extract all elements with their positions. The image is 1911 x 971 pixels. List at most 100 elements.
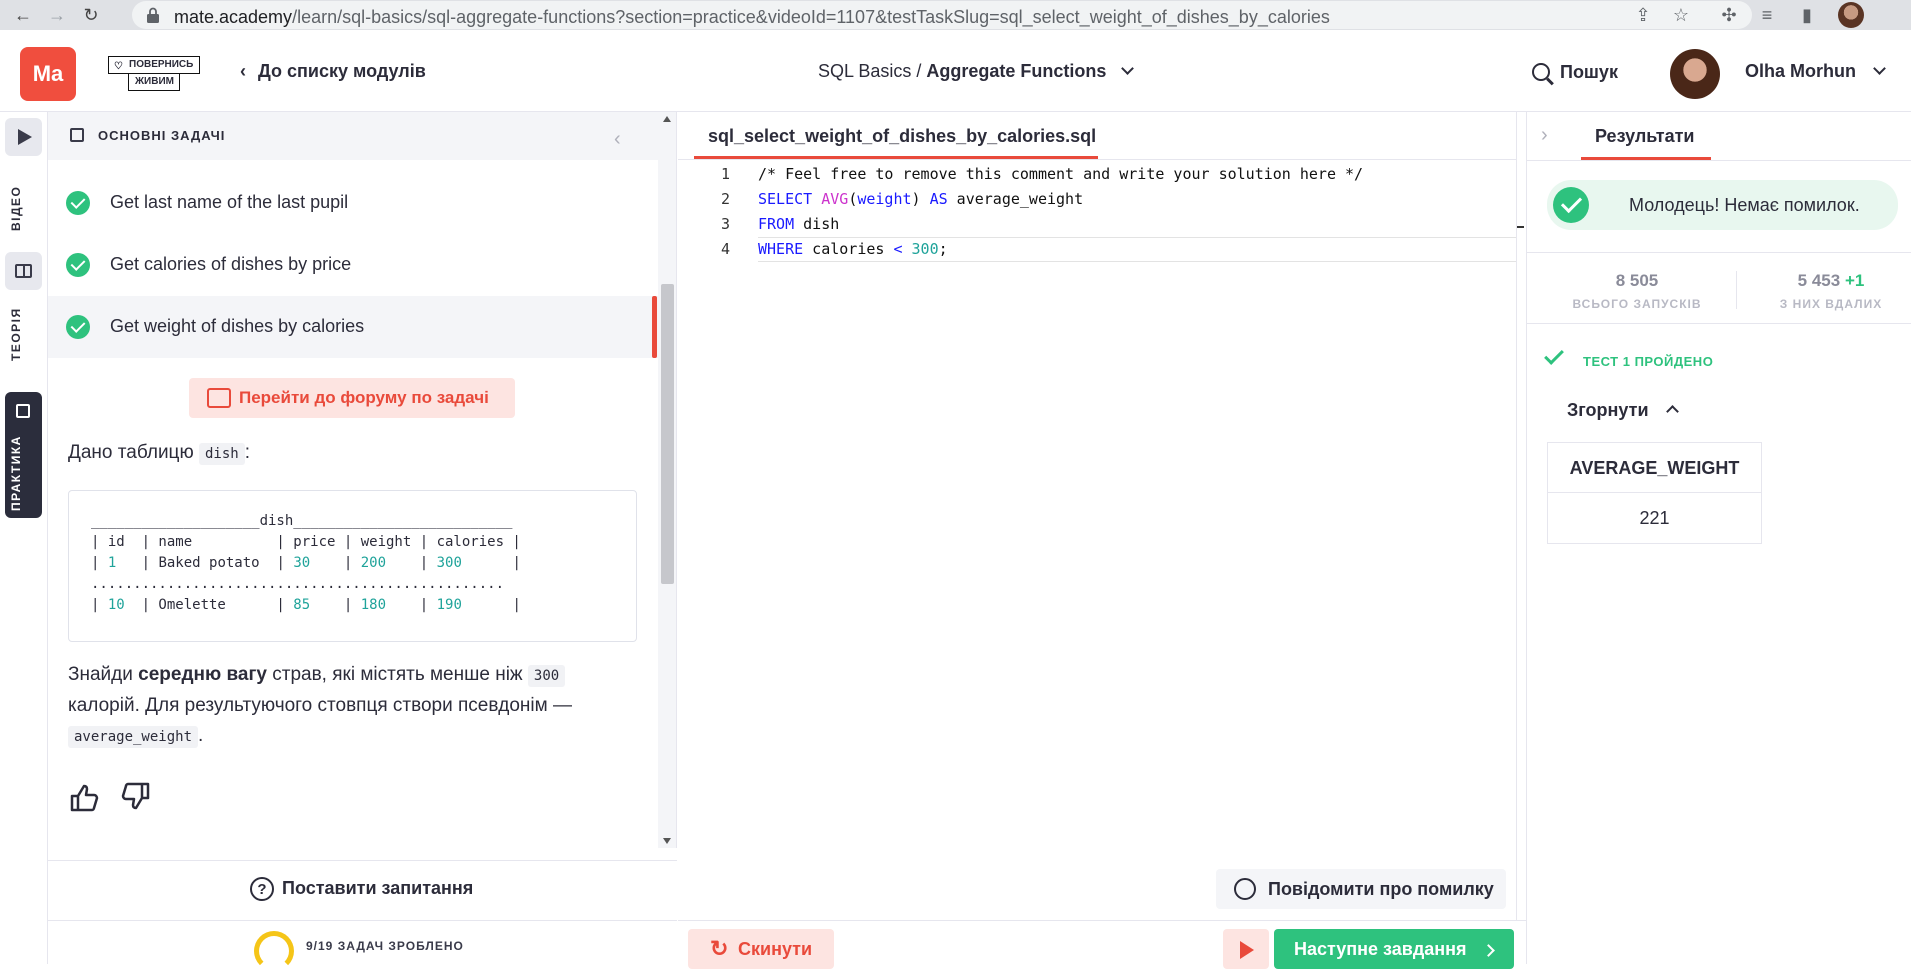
tab-video-label: ВІДЕО: [9, 185, 23, 231]
dish-table-ascii: ____________________dish________________…: [91, 513, 521, 613]
stat-successful-number: 5 453: [1797, 271, 1841, 290]
task-label: Get weight of dishes by calories: [110, 316, 365, 336]
bookmark-star-icon[interactable]: ☆: [1670, 4, 1692, 26]
result-table: AVERAGE_WEIGHT 221: [1547, 442, 1762, 544]
ask-question-bar: ? Поставити запитання: [48, 860, 677, 916]
share-icon[interactable]: ⇪: [1632, 4, 1654, 26]
heart-icon: ♡: [114, 61, 123, 72]
line-number: 2: [720, 190, 730, 208]
promo-line1: ПОВЕРНИСЬ: [129, 59, 194, 70]
check-icon: [66, 191, 90, 215]
user-name: Olha Morhun: [1745, 61, 1856, 81]
address-bar[interactable]: mate.academy/learn/sql-basics/sql-aggreg…: [132, 1, 1752, 29]
collapse-label: Згорнути: [1567, 400, 1649, 420]
collapse-panel-icon[interactable]: ‹: [614, 128, 621, 151]
stat-total-runs-value: 8 505: [1615, 271, 1659, 290]
scroll-down-icon[interactable]: [663, 838, 671, 844]
check-icon: [1553, 187, 1589, 223]
lock-icon: [147, 7, 159, 23]
chevron-up-icon: [1665, 405, 1679, 418]
practice-icon: [16, 404, 30, 418]
active-indicator: [652, 296, 657, 358]
task-panel: ОСНОВНІ ЗАДАЧІ ‹ Get last name of the la…: [48, 112, 677, 848]
url-text: mate.academy/learn/sql-basics/sql-aggreg…: [174, 7, 1330, 28]
extensions-icon[interactable]: ✣: [1718, 4, 1740, 26]
next-task-label: Наступне завдання: [1294, 939, 1467, 959]
back-arrow-icon[interactable]: ←: [12, 4, 34, 26]
code-line: 4 WHERE calories < 300;: [678, 237, 1526, 262]
play-icon: [5, 118, 42, 156]
breadcrumb[interactable]: SQL Basics / Aggregate Functions: [818, 61, 1135, 82]
thumbs-up-icon[interactable]: [68, 782, 100, 814]
collapse-results-icon[interactable]: ›: [1541, 124, 1548, 147]
code-text: FROM dish: [758, 215, 840, 233]
success-message: Молодець! Немає помилок.: [1629, 195, 1860, 215]
profile-avatar-icon[interactable]: [1838, 2, 1864, 28]
code-text: WHERE calories < 300;: [758, 240, 948, 258]
file-tab[interactable]: sql_select_weight_of_dishes_by_calories.…: [708, 126, 1096, 147]
task-end: .: [198, 725, 204, 746]
editor-actions: ↻ Скинути Наступне завдання: [678, 920, 1526, 969]
reset-icon: ↻: [710, 936, 729, 961]
editor-scrollbar[interactable]: [1516, 112, 1526, 920]
reset-label: Скинути: [738, 939, 813, 959]
tab-theory[interactable]: ТЕОРІЯ: [5, 252, 42, 372]
table-name-code: dish: [198, 443, 245, 465]
tab-theory-label: ТЕОРІЯ: [9, 307, 23, 361]
alias-code: average_weight: [68, 726, 199, 748]
tab-practice-label: ПРАКТИКА: [9, 435, 23, 511]
run-button[interactable]: [1223, 929, 1269, 969]
breadcrumb-topic: Aggregate Functions: [926, 61, 1107, 81]
reload-icon[interactable]: ↻: [80, 4, 102, 26]
result-table-cell: 221: [1639, 508, 1670, 528]
scroll-up-icon[interactable]: [663, 116, 671, 122]
test-result-label: ТЕСТ 1 ПРОЙДЕНО: [1583, 354, 1714, 369]
avatar[interactable]: [1670, 49, 1720, 99]
search-button[interactable]: Пошук: [1532, 60, 1618, 83]
collapse-button[interactable]: Згорнути: [1567, 400, 1679, 421]
dish-table-preview: ____________________dish________________…: [68, 490, 637, 642]
thumbs-down-icon[interactable]: [120, 780, 152, 812]
task-item[interactable]: Get calories of dishes by price: [48, 234, 658, 296]
results-tab[interactable]: Результати: [1595, 126, 1694, 147]
stat-successful-plus: +1: [1844, 271, 1865, 290]
tasks-icon: [70, 128, 84, 142]
next-task-button[interactable]: Наступне завдання: [1274, 929, 1514, 969]
forum-button[interactable]: Перейти до форуму по задачі: [189, 378, 515, 418]
media-icon[interactable]: ≡: [1756, 4, 1778, 26]
table-caption: dish: [259, 513, 294, 529]
promo-badge[interactable]: ♡ ПОВЕРНИСЬ ЖИВИМ: [108, 56, 200, 92]
tab-video[interactable]: ВІДЕО: [5, 118, 42, 264]
code-text: /* Feel free to remove this comment and …: [758, 165, 1364, 183]
chevron-down-icon: [1873, 62, 1886, 75]
scroll-thumb[interactable]: [661, 284, 674, 584]
user-menu[interactable]: Olha Morhun: [1745, 61, 1886, 82]
logo[interactable]: Ma: [20, 47, 76, 101]
breadcrumb-course: SQL Basics: [818, 61, 912, 81]
task-item-active[interactable]: Get weight of dishes by calories: [48, 296, 658, 358]
reset-button[interactable]: ↻ Скинути: [688, 929, 834, 969]
report-error-button[interactable]: Повідомити про помилку: [1216, 869, 1506, 909]
stat-successful-value: 5 453 +1: [1741, 271, 1911, 291]
promo-line2: ЖИВИМ: [135, 76, 174, 87]
tab-practice[interactable]: ПРАКТИКА: [5, 392, 42, 518]
task-list-header: ОСНОВНІ ЗАДАЧІ ‹: [48, 112, 676, 160]
forward-arrow-icon[interactable]: →: [46, 4, 68, 26]
code-300: 300: [527, 665, 566, 687]
editor-divider: [678, 159, 1516, 160]
back-to-modules-link[interactable]: ‹ До списку модулів: [240, 61, 426, 82]
task-text-bold: середню вагу: [138, 664, 267, 685]
code-text: SELECT AVG(weight) AS average_weight: [758, 190, 1084, 208]
side-panel-icon[interactable]: ▮: [1796, 4, 1818, 26]
task-item[interactable]: Get last name of the last pupil: [48, 172, 658, 234]
task-description: Знайди середню вагу страв, які містять м…: [68, 660, 638, 752]
line-number: 1: [720, 165, 730, 183]
code-line: 1 /* Feel free to remove this comment an…: [678, 162, 1526, 187]
results-panel: › Результати Молодець! Немає помилок. 8 …: [1526, 112, 1911, 964]
check-icon: [66, 253, 90, 277]
task-list-title: ОСНОВНІ ЗАДАЧІ: [98, 128, 226, 143]
ask-question-button[interactable]: ? Поставити запитання: [250, 877, 473, 901]
code-line: 2 SELECT AVG(weight) AS average_weight: [678, 187, 1526, 212]
chevron-right-icon: [1481, 944, 1495, 957]
task-panel-scrollbar[interactable]: [658, 112, 676, 848]
